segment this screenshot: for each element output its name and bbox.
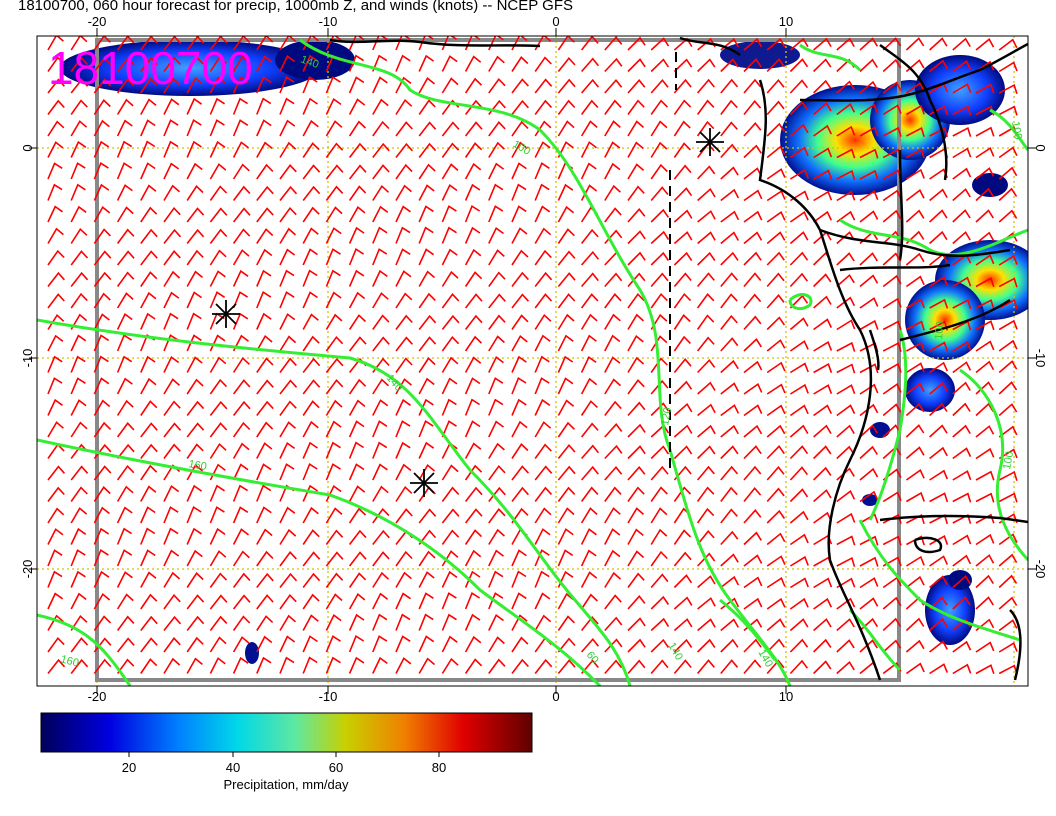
lat-label: -10 <box>20 349 35 368</box>
lon-label: 0 <box>552 689 559 704</box>
colorbar-gradient <box>40 712 533 753</box>
lon-labels-top: -20 -10 0 10 <box>88 14 794 29</box>
lon-labels-bottom: -20 -10 0 10 <box>88 689 794 704</box>
lat-label: -20 <box>20 560 35 579</box>
lat-labels-right: 0 -10 -20 <box>1033 144 1048 578</box>
lat-labels-left: 0 -10 -20 <box>20 144 35 578</box>
colorbar-tick: 40 <box>226 760 240 775</box>
contour-label: 100 <box>933 321 947 340</box>
lon-label: 0 <box>552 14 559 29</box>
lat-label: -20 <box>1033 560 1048 579</box>
colorbar-tick: 60 <box>329 760 343 775</box>
forecast-map: 100 140 160 120 160 60 140 140 100 100 1… <box>20 14 1048 792</box>
station-marker <box>410 469 438 497</box>
colorbar-tick: 80 <box>432 760 446 775</box>
lon-label: -10 <box>319 689 338 704</box>
lon-label: 10 <box>779 689 793 704</box>
lat-label: 0 <box>20 144 35 151</box>
precip-colorbar: 20 40 60 80 Precipitation, mm/day <box>40 712 533 792</box>
lon-label: 10 <box>779 14 793 29</box>
station-marker <box>212 300 240 328</box>
lon-label: -20 <box>88 14 107 29</box>
colorbar-label: Precipitation, mm/day <box>224 777 349 792</box>
colorbar-tick: 20 <box>122 760 136 775</box>
lat-label: -10 <box>1033 349 1048 368</box>
lon-label: -20 <box>88 689 107 704</box>
lat-label: 0 <box>1033 144 1048 151</box>
date-stamp: 18100700 <box>48 42 253 94</box>
station-marker <box>696 128 724 156</box>
lon-label: -10 <box>319 14 338 29</box>
